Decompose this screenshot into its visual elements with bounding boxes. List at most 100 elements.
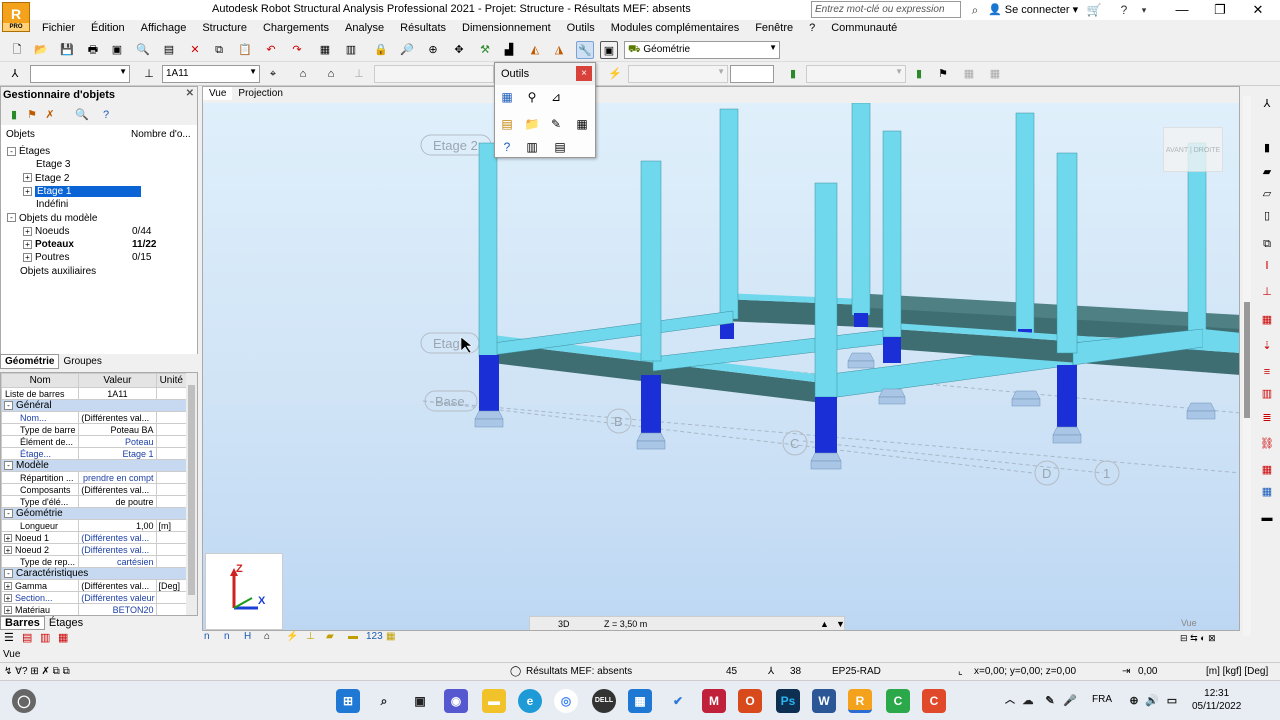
scrollbar-thumb[interactable] — [188, 385, 195, 595]
property-value[interactable]: 1A11 — [78, 387, 157, 400]
property-row[interactable]: Type de barre Poteau BA — [1, 423, 188, 436]
value-field[interactable] — [730, 65, 774, 83]
mode2-icon[interactable]: ▮ — [910, 65, 928, 83]
menu-fenetre[interactable]: Fenêtre — [747, 20, 801, 36]
3d-viewport[interactable]: Vue Projection Etage 2 Etage Base B C D 1 — [202, 86, 1240, 631]
menu-affichage[interactable]: Affichage — [133, 20, 195, 36]
property-value[interactable]: (Différentes val... — [78, 483, 157, 496]
tab-geometrie[interactable]: Géométrie — [0, 354, 60, 369]
numbers-icon[interactable]: 123 — [366, 631, 383, 642]
menu-resultats[interactable]: Résultats — [392, 20, 454, 36]
property-row[interactable]: Liste de barres 1A11 — [1, 387, 188, 400]
profile-icon[interactable]: Ⅰ — [1258, 258, 1276, 274]
property-value[interactable]: (Différentes valeur — [78, 591, 157, 604]
mcafee-icon[interactable]: M — [702, 689, 726, 713]
expand-icon[interactable]: + — [4, 546, 12, 555]
property-row[interactable]: Élément de... Poteau — [1, 435, 188, 448]
menu-analyse[interactable]: Analyse — [337, 20, 392, 36]
todo-icon[interactable]: ✔ — [666, 689, 690, 713]
symbols-icon[interactable]: ⌂ — [264, 631, 270, 642]
filter2-icon[interactable]: ▥ — [40, 631, 50, 644]
property-value[interactable]: prendre en compt — [78, 471, 157, 484]
filter3-icon[interactable]: ▦ — [58, 631, 68, 644]
filter2-icon[interactable]: ⚑ — [23, 106, 41, 124]
chart-icon[interactable]: ▥ — [523, 138, 541, 156]
shape2-icon[interactable]: ▬ — [348, 631, 358, 642]
app-logo[interactable]: R PRO — [2, 2, 30, 32]
delete-icon[interactable]: ✕ — [186, 41, 204, 59]
paste-icon[interactable]: 📋 — [236, 41, 254, 59]
property-value[interactable]: (Différentes val... — [78, 543, 157, 556]
camtasia-icon[interactable]: C — [886, 689, 910, 713]
save-icon[interactable]: 💾 — [58, 41, 76, 59]
property-group[interactable]: - Général — [1, 399, 187, 412]
node-number-icon[interactable]: n — [204, 631, 210, 642]
office-icon[interactable]: O — [738, 689, 762, 713]
help-icon[interactable]: ? — [1115, 1, 1133, 19]
view-cube[interactable]: AVANT | DROITE — [1163, 127, 1223, 172]
selected-column[interactable] — [641, 375, 661, 433]
cloud-icon[interactable]: ☁ — [1016, 689, 1040, 713]
language-indicator[interactable]: FRA — [1092, 694, 1112, 705]
mode4-icon[interactable]: ▦ — [960, 65, 978, 83]
expand-icon[interactable]: + — [23, 173, 32, 183]
copy-icon[interactable]: ⧉ — [210, 41, 228, 59]
table-icon[interactable]: ▤ — [498, 115, 516, 133]
teams-icon[interactable]: ◉ — [444, 689, 468, 713]
restore-button[interactable]: ❐ — [1202, 0, 1238, 20]
preview-icon[interactable]: 🔍 — [134, 41, 152, 59]
rigid-link-icon[interactable]: ▦ — [1258, 462, 1276, 478]
tree-icon[interactable]: ☰ — [4, 631, 14, 644]
menu-help[interactable]: ? — [801, 20, 823, 36]
collapse-icon[interactable]: - — [4, 460, 13, 470]
tools-wrench-icon[interactable]: 🔧 — [576, 41, 594, 59]
help-icon[interactable]: ? — [97, 106, 115, 124]
section-icon[interactable]: ⚲ — [523, 88, 541, 106]
view-icon[interactable]: ⌂ — [294, 65, 312, 83]
design2-icon[interactable]: ◮ — [550, 41, 568, 59]
screen-capture-icon[interactable]: ▣ — [108, 41, 126, 59]
property-value[interactable]: Poteau BA — [78, 423, 157, 436]
mic-icon[interactable]: 🎤 — [1058, 689, 1082, 713]
cable-icon[interactable]: ≣ — [1258, 410, 1276, 426]
status-tools-icons[interactable]: ↯ ∀? ⊞ ✗ ⧉ ⧉ — [4, 666, 70, 677]
level-down-icon[interactable]: ▼ — [836, 619, 845, 629]
menu-outils[interactable]: Outils — [559, 20, 603, 36]
grid-icon[interactable]: ▦ — [498, 88, 516, 106]
menu-chargements[interactable]: Chargements — [255, 20, 337, 36]
structure-icon[interactable]: ⚒ — [476, 41, 494, 59]
search-input[interactable]: Entrez mot-clé ou expression — [811, 1, 961, 18]
view2-icon[interactable]: ⌂ — [322, 65, 340, 83]
property-row[interactable]: + Section... (Différentes valeur — [1, 591, 188, 604]
expand-icon[interactable]: + — [4, 582, 12, 591]
pan-icon[interactable]: ✥ — [450, 41, 468, 59]
camtasia-rec-icon[interactable]: C — [922, 689, 946, 713]
offset-icon[interactable]: ▥ — [1258, 386, 1276, 402]
property-row[interactable]: Longueur 1,00 [m] — [1, 519, 188, 532]
viewcube-front[interactable]: AVANT — [1166, 147, 1188, 154]
menu-edition[interactable]: Édition — [83, 20, 133, 36]
robot-taskbar-icon[interactable]: R — [848, 689, 872, 713]
app-circle-icon[interactable]: ◯ — [12, 689, 36, 713]
layout-select[interactable]: ⛟ Géométrie ▼ — [624, 41, 780, 59]
view-control4-icon[interactable]: ⊠ — [1208, 633, 1216, 643]
properties-icon[interactable]: ▦ — [316, 41, 334, 59]
mode3-icon[interactable]: ⚑ — [934, 65, 952, 83]
redo-icon[interactable]: ↷ — [288, 41, 306, 59]
tree-item[interactable]: + Etage 2 — [23, 172, 69, 185]
expand-icon[interactable]: + — [4, 534, 12, 543]
search-icon[interactable]: ⌕ — [372, 689, 396, 713]
system-clock[interactable]: 12:31 05/11/2022 — [1192, 687, 1241, 713]
property-row[interactable]: + Matériau BETON20 — [1, 603, 188, 615]
store-icon[interactable]: ▦ — [628, 689, 652, 713]
property-value[interactable]: de poutre — [78, 495, 157, 508]
properties-scrollbar[interactable] — [186, 373, 197, 615]
filter-icon[interactable]: ▤ — [22, 631, 32, 644]
expand-icon[interactable]: + — [4, 606, 12, 615]
viewcube-right[interactable]: DROITE — [1194, 147, 1220, 154]
tree-item[interactable]: + Poteaux — [23, 238, 74, 251]
selected-column[interactable] — [883, 337, 901, 363]
columns-front[interactable] — [478, 130, 1078, 453]
sign-in-link[interactable]: 👤 Se connecter ▾ — [988, 3, 1078, 16]
tree-item[interactable]: + Noeuds — [23, 225, 69, 238]
